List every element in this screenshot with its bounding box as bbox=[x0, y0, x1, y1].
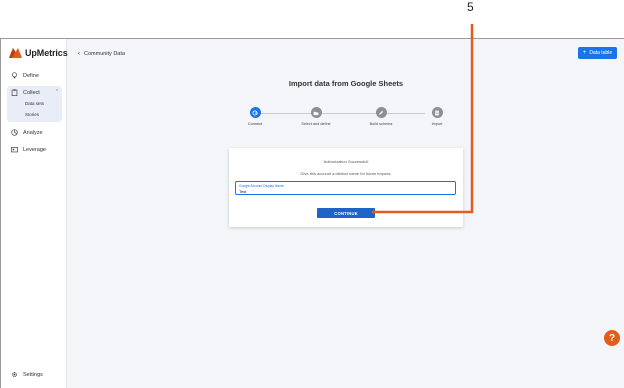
sidebar-item-settings[interactable]: Settings bbox=[11, 371, 43, 378]
step-dot-active bbox=[249, 107, 261, 118]
page-title: Import data from Google Sheets bbox=[288, 79, 404, 88]
brand-name: UpMetrics bbox=[25, 47, 68, 58]
sidebar-item-label: Define bbox=[23, 72, 39, 79]
plus-icon: + bbox=[582, 50, 587, 56]
step-label: Build schema bbox=[369, 122, 393, 126]
sidebar-item-label: Analyze bbox=[23, 129, 43, 136]
step-label: Import bbox=[431, 122, 443, 126]
folder-icon bbox=[313, 111, 319, 115]
sidebar-item-label: Leverage bbox=[23, 146, 46, 153]
pencil-icon bbox=[379, 110, 384, 115]
app-window: UpMetrics Define Collect ⌃ Data sets Sto… bbox=[0, 38, 624, 388]
google-icon bbox=[252, 109, 258, 116]
brand: UpMetrics bbox=[9, 47, 68, 58]
breadcrumb: Community Data bbox=[84, 51, 125, 57]
account-name-field[interactable]: Google Account Display Name Test bbox=[235, 181, 456, 195]
sidebar: UpMetrics Define Collect ⌃ Data sets Sto… bbox=[1, 39, 68, 388]
chart-pie-icon bbox=[11, 129, 18, 136]
continue-button[interactable]: CONTINUE bbox=[317, 208, 375, 218]
chevron-up-icon[interactable]: ⌃ bbox=[55, 89, 59, 95]
step-dot bbox=[431, 107, 443, 118]
step-dot bbox=[375, 107, 387, 118]
authorization-card: Authorization Successful! Give this acco… bbox=[229, 148, 463, 227]
help-button[interactable]: ? bbox=[604, 330, 620, 346]
upmetrics-logo-icon bbox=[9, 48, 22, 58]
step-label: Connect bbox=[247, 122, 263, 126]
data-table-label: Data table bbox=[589, 50, 613, 56]
document-icon bbox=[435, 110, 439, 115]
data-table-button[interactable]: + Data table bbox=[578, 47, 617, 59]
settings-label: Settings bbox=[23, 371, 43, 378]
sidebar-subitem-stories[interactable]: Stories bbox=[25, 112, 39, 117]
back-link[interactable]: ‹ Community Data bbox=[78, 51, 125, 57]
gear-icon bbox=[12, 372, 17, 377]
sidebar-item-label: Collect bbox=[23, 89, 40, 96]
card-subtitle: Give this account a distinct name for fu… bbox=[300, 171, 392, 176]
screenshot-stage: 5 UpMetrics Define Collect ⌃ Data sets S… bbox=[0, 0, 624, 388]
chevron-left-icon: ‹ bbox=[78, 51, 80, 57]
callout-number: 5 bbox=[467, 0, 474, 14]
step-connect: Connect bbox=[235, 107, 275, 126]
sidebar-item-collect[interactable]: Collect ⌃ bbox=[11, 89, 59, 96]
step-build-schema: Build schema bbox=[361, 107, 401, 126]
card-title: Authorization Successful! bbox=[323, 159, 369, 164]
step-label: Select and define bbox=[301, 122, 331, 126]
step-import: Import bbox=[417, 107, 457, 126]
clipboard-icon bbox=[11, 89, 18, 96]
sidebar-subitem-data-sets[interactable]: Data sets bbox=[25, 101, 44, 106]
main-content: ‹ Community Data + Data table Import dat… bbox=[67, 39, 624, 388]
id-card-icon bbox=[11, 147, 18, 153]
step-dot bbox=[310, 107, 322, 118]
sidebar-item-leverage[interactable]: Leverage bbox=[11, 146, 46, 153]
sidebar-group-collect: Collect ⌃ Data sets Stories bbox=[7, 86, 62, 122]
field-value: Test bbox=[239, 189, 247, 194]
step-select-and-define: Select and define bbox=[296, 107, 336, 126]
import-stepper: Connect Select and define Build schema I… bbox=[247, 107, 443, 131]
field-label: Google Account Display Name bbox=[239, 183, 284, 188]
sidebar-item-analyze[interactable]: Analyze bbox=[11, 129, 43, 136]
sidebar-item-define[interactable]: Define bbox=[11, 72, 39, 79]
bulb-icon bbox=[12, 72, 17, 79]
